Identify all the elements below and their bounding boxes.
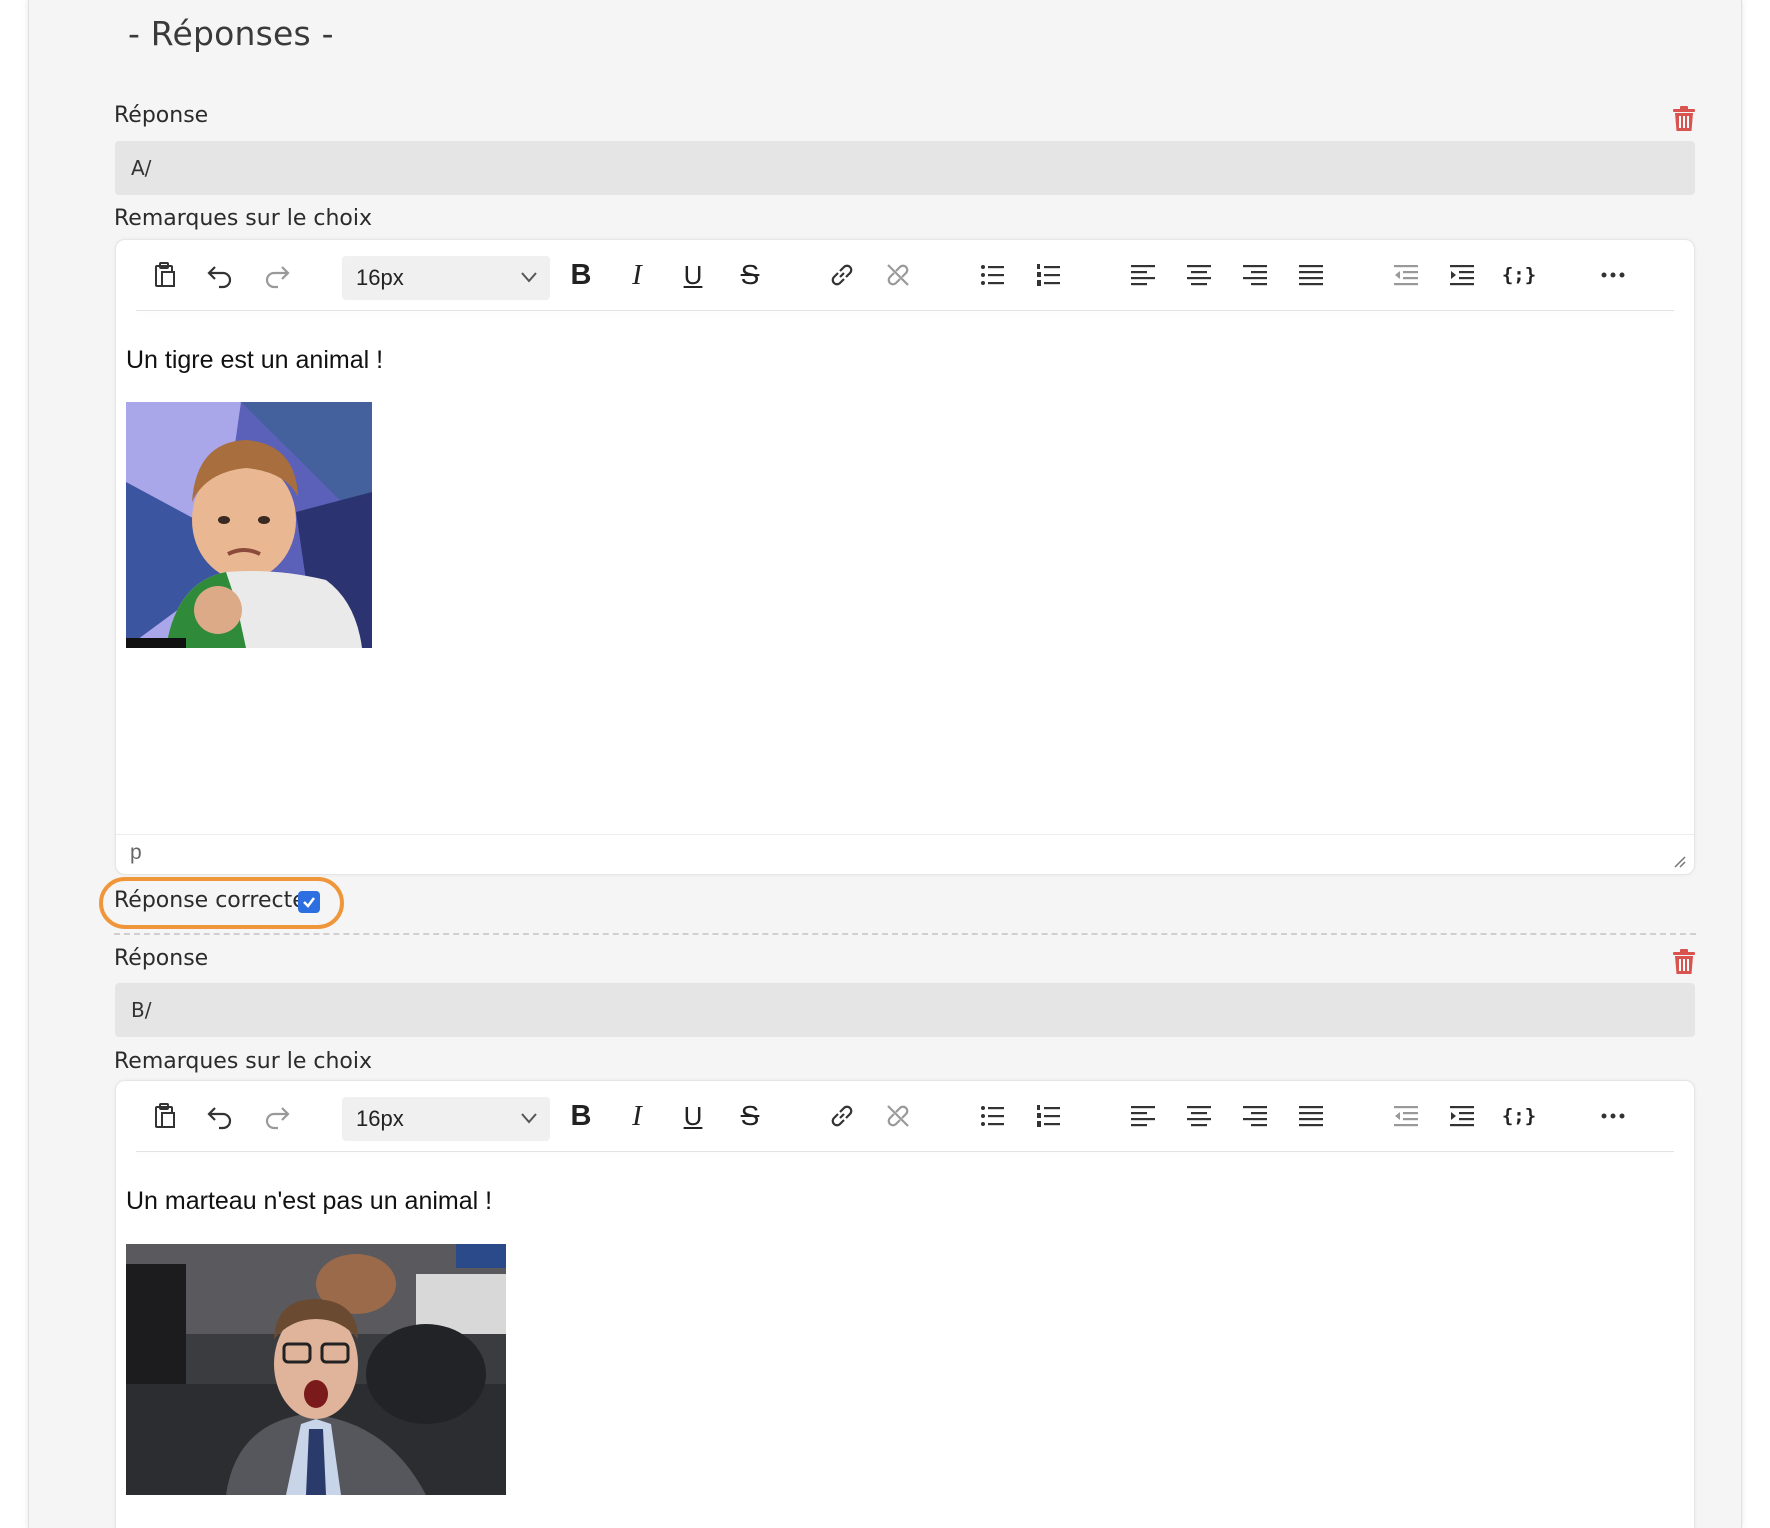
bold-icon[interactable]: B [564,258,598,292]
align-right-icon[interactable] [1238,258,1272,292]
redo-icon[interactable] [260,258,294,292]
unlink-icon[interactable] [881,258,915,292]
undo-icon[interactable] [203,1099,237,1133]
undo-icon[interactable] [203,258,237,292]
code-icon[interactable]: {;} [1502,258,1536,292]
align-right-icon[interactable] [1238,1099,1272,1133]
section-title: - Réponses - [128,14,334,53]
font-size-select[interactable]: 16px [342,256,550,300]
align-center-icon[interactable] [1182,258,1216,292]
remarks-label: Remarques sur le choix [114,1049,373,1074]
shocked-coach-image[interactable] [126,1244,506,1495]
align-justify-icon[interactable] [1294,1099,1328,1133]
more-icon[interactable] [1596,1099,1630,1133]
italic-icon[interactable]: I [620,258,654,292]
more-icon[interactable] [1596,258,1630,292]
strikethrough-icon[interactable]: S [733,1099,767,1133]
align-justify-icon[interactable] [1294,258,1328,292]
italic-icon[interactable]: I [620,1099,654,1133]
indent-icon[interactable] [1445,1099,1479,1133]
align-center-icon[interactable] [1182,1099,1216,1133]
toolbar-divider [136,1151,1674,1152]
remarks-editor[interactable]: 16px B I U S {;} Un marteau n'est pas un… [115,1080,1695,1528]
delete-answer-icon[interactable] [1672,949,1696,975]
numbered-list-icon[interactable] [1032,1099,1066,1133]
font-size-value: 16px [356,1106,404,1131]
unlink-icon[interactable] [881,1099,915,1133]
correct-answer-checkbox[interactable] [298,891,320,913]
remarks-label: Remarques sur le choix [114,206,373,231]
bullet-list-icon[interactable] [976,258,1010,292]
editor-content-text[interactable]: Un marteau n'est pas un animal ! [126,1187,492,1216]
toolbar-divider [136,310,1674,311]
indent-icon[interactable] [1445,258,1479,292]
paste-icon[interactable] [148,258,182,292]
element-path[interactable]: p [130,841,142,865]
editor-toolbar: 16px B I U S {;} [116,1081,1694,1157]
font-size-select[interactable]: 16px [342,1097,550,1141]
outdent-icon[interactable] [1389,258,1423,292]
resize-grip-icon[interactable] [1672,854,1686,868]
link-icon[interactable] [825,258,859,292]
bullet-list-icon[interactable] [976,1099,1010,1133]
remarks-editor[interactable]: 16px B I U S {;} Un tigre est un animal … [115,239,1695,875]
success-kid-image[interactable] [126,402,372,648]
delete-answer-icon[interactable] [1672,106,1696,132]
align-left-icon[interactable] [1126,1099,1160,1133]
paste-icon[interactable] [148,1099,182,1133]
answer-divider [114,933,1696,935]
answer-input[interactable]: A/ [115,141,1695,195]
answer-label: Réponse [114,946,209,971]
outdent-icon[interactable] [1389,1099,1423,1133]
code-icon[interactable]: {;} [1502,1099,1536,1133]
numbered-list-icon[interactable] [1032,258,1066,292]
answer-input[interactable]: B/ [115,983,1695,1037]
editor-statusbar: p [116,834,1694,874]
underline-icon[interactable]: U [676,258,710,292]
bold-icon[interactable]: B [564,1099,598,1133]
correct-answer-label: Réponse correcte [114,888,306,913]
editor-toolbar: 16px B I U S {;} [116,240,1694,316]
redo-icon[interactable] [260,1099,294,1133]
link-icon[interactable] [825,1099,859,1133]
font-size-value: 16px [356,265,404,290]
underline-icon[interactable]: U [676,1099,710,1133]
strikethrough-icon[interactable]: S [733,258,767,292]
editor-content-text[interactable]: Un tigre est un animal ! [126,346,383,375]
answer-label: Réponse [114,103,209,128]
align-left-icon[interactable] [1126,258,1160,292]
